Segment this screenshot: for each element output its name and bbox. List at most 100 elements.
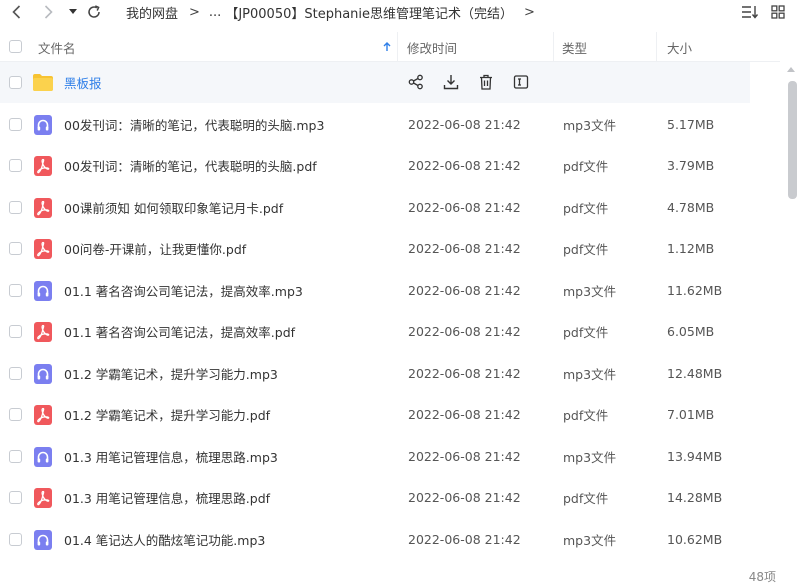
file-name[interactable]: 01.2 学霸笔记术，提升学习能力.pdf (64, 394, 270, 435)
file-type: pdf文件 (563, 408, 609, 423)
file-type: pdf文件 (563, 491, 609, 506)
row-checkbox[interactable] (9, 284, 22, 297)
file-size: 1.12MB (667, 241, 715, 256)
file-size: 12.48MB (667, 366, 723, 381)
file-row[interactable]: 00发刊词：清晰的笔记，代表聪明的头脑.mp3 2022-06-08 21:42… (0, 104, 780, 145)
file-row[interactable]: 00发刊词：清晰的笔记，代表聪明的头脑.pdf 2022-06-08 21:42… (0, 145, 780, 186)
file-modified-time: 2022-06-08 21:42 (408, 241, 521, 256)
file-type: mp3文件 (563, 450, 617, 465)
breadcrumb-ellipsis[interactable]: ... (209, 5, 221, 20)
row-actions (408, 72, 548, 92)
pdf-file-icon (34, 405, 52, 425)
row-checkbox[interactable] (9, 325, 22, 338)
column-divider[interactable] (656, 32, 657, 62)
file-row[interactable]: 01.1 著名咨询公司笔记法，提高效率.mp3 2022-06-08 21:42… (0, 270, 780, 311)
file-name[interactable]: 01.3 用笔记管理信息，梳理思路.pdf (64, 477, 270, 518)
rename-button[interactable] (513, 73, 529, 91)
file-name[interactable]: 01.4 笔记达人的酷炫笔记功能.mp3 (64, 519, 265, 560)
refresh-icon (88, 5, 100, 18)
audio-file-icon (34, 115, 52, 135)
file-size: 4.78MB (667, 200, 715, 215)
file-row[interactable]: 01.1 著名咨询公司笔记法，提高效率.pdf 2022-06-08 21:42… (0, 311, 780, 352)
file-modified-time: 2022-06-08 21:42 (408, 324, 521, 339)
file-name[interactable]: 01.3 用笔记管理信息，梳理思路.mp3 (64, 436, 278, 477)
item-count: 48项 (748, 570, 776, 584)
folder-icon (33, 74, 53, 91)
delete-button[interactable] (478, 73, 494, 91)
top-toolbar: 我的网盘 > ... 【JP00050】Stephanie思维管理笔记术（完结）… (0, 0, 800, 24)
scroll-up-arrow-icon[interactable] (787, 66, 795, 72)
folder-name[interactable]: 黑板报 (64, 62, 102, 103)
row-checkbox[interactable] (9, 408, 22, 421)
breadcrumb-root[interactable]: 我的网盘 (126, 3, 178, 22)
row-checkbox[interactable] (9, 491, 22, 504)
file-type: mp3文件 (563, 284, 617, 299)
folder-row[interactable]: 黑板报 (0, 62, 750, 103)
file-type: pdf文件 (563, 242, 609, 257)
chevron-left-icon (11, 5, 20, 19)
pdf-file-icon (34, 156, 52, 176)
file-row[interactable]: 00课前须知 如何领取印象笔记月卡.pdf 2022-06-08 21:42 p… (0, 187, 780, 228)
file-modified-time: 2022-06-08 21:42 (408, 366, 521, 381)
file-row[interactable]: 01.2 学霸笔记术，提升学习能力.pdf 2022-06-08 21:42 p… (0, 394, 780, 435)
back-button[interactable] (6, 0, 26, 24)
file-name[interactable]: 00发刊词：清晰的笔记，代表聪明的头脑.pdf (64, 145, 317, 186)
column-header-name[interactable]: 文件名 (38, 32, 76, 62)
file-modified-time: 2022-06-08 21:42 (408, 490, 521, 505)
file-name[interactable]: 00发刊词：清晰的笔记，代表聪明的头脑.mp3 (64, 104, 324, 145)
file-modified-time: 2022-06-08 21:42 (408, 200, 521, 215)
row-checkbox[interactable] (9, 533, 22, 546)
file-modified-time: 2022-06-08 21:42 (408, 158, 521, 173)
download-icon (443, 75, 459, 90)
file-type: pdf文件 (563, 159, 609, 174)
file-name[interactable]: 01.2 学霸笔记术，提升学习能力.mp3 (64, 353, 278, 394)
grid-view-button[interactable] (768, 2, 788, 22)
scrollbar-thumb[interactable] (788, 81, 797, 199)
share-icon (408, 74, 423, 90)
file-name[interactable]: 00课前须知 如何领取印象笔记月卡.pdf (64, 187, 283, 228)
column-divider[interactable] (553, 32, 554, 62)
grid-view-icon (771, 5, 785, 19)
column-header-modified[interactable]: 修改时间 (407, 32, 457, 62)
file-row[interactable]: 01.3 用笔记管理信息，梳理思路.pdf 2022-06-08 21:42 p… (0, 477, 780, 518)
forward-button[interactable] (38, 0, 58, 24)
column-header-size[interactable]: 大小 (667, 32, 692, 62)
file-size: 10.62MB (667, 532, 723, 547)
file-modified-time: 2022-06-08 21:42 (408, 532, 521, 547)
file-row[interactable]: 01.2 学霸笔记术，提升学习能力.mp3 2022-06-08 21:42 m… (0, 353, 780, 394)
file-name[interactable]: 01.1 著名咨询公司笔记法，提高效率.pdf (64, 311, 295, 352)
file-name[interactable]: 00问卷-开课前，让我更懂你.pdf (64, 228, 246, 269)
file-size: 5.17MB (667, 117, 715, 132)
column-header-type[interactable]: 类型 (562, 32, 587, 62)
file-type: mp3文件 (563, 367, 617, 382)
row-checkbox[interactable] (9, 450, 22, 463)
refresh-button[interactable] (84, 0, 104, 24)
pdf-file-icon (34, 198, 52, 218)
row-checkbox[interactable] (9, 76, 22, 89)
file-row[interactable]: 01.3 用笔记管理信息，梳理思路.mp3 2022-06-08 21:42 m… (0, 436, 780, 477)
file-row[interactable]: 01.4 笔记达人的酷炫笔记功能.mp3 2022-06-08 21:42 mp… (0, 519, 780, 560)
row-checkbox[interactable] (9, 201, 22, 214)
column-divider[interactable] (397, 32, 398, 62)
breadcrumb-separator: > (524, 4, 535, 20)
share-button[interactable] (408, 73, 424, 91)
history-dropdown-button[interactable] (66, 0, 80, 24)
download-button[interactable] (443, 73, 459, 91)
delete-icon (480, 74, 492, 90)
caret-down-icon (69, 9, 77, 14)
row-checkbox[interactable] (9, 118, 22, 131)
sort-button[interactable] (740, 2, 760, 22)
audio-file-icon (34, 530, 52, 550)
sort-ascending-icon[interactable] (383, 32, 391, 62)
file-name[interactable]: 01.1 著名咨询公司笔记法，提高效率.mp3 (64, 270, 303, 311)
audio-file-icon (34, 281, 52, 301)
row-checkbox[interactable] (9, 367, 22, 380)
pdf-file-icon (34, 488, 52, 508)
select-all-checkbox[interactable] (9, 40, 22, 53)
file-modified-time: 2022-06-08 21:42 (408, 283, 521, 298)
file-row[interactable]: 00问卷-开课前，让我更懂你.pdf 2022-06-08 21:42 pdf文… (0, 228, 780, 269)
row-checkbox[interactable] (9, 159, 22, 172)
row-checkbox[interactable] (9, 242, 22, 255)
rename-icon (513, 75, 529, 89)
pdf-file-icon (34, 322, 52, 342)
